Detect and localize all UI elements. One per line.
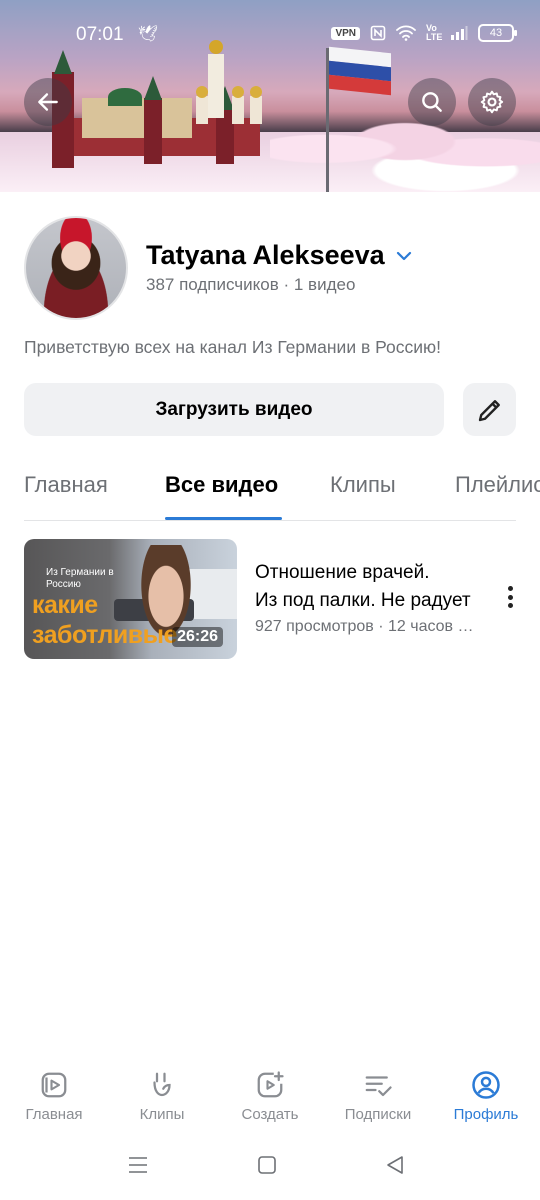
chevron-down-icon[interactable] bbox=[395, 250, 413, 262]
network-type: Vo LTE bbox=[426, 23, 443, 42]
tab-playlists[interactable]: Плейлисты bbox=[455, 472, 540, 498]
thumbnail-caption: Из Германии в Россию bbox=[46, 567, 114, 590]
nav-profile[interactable]: Профиль bbox=[432, 1070, 540, 1123]
banner-russian-flag bbox=[329, 46, 391, 96]
tab-all-videos[interactable]: Все видео bbox=[165, 472, 278, 498]
notification-bird-icon: 🕊 bbox=[138, 26, 159, 43]
home-video-icon bbox=[41, 1072, 67, 1098]
battery-indicator: 43 bbox=[478, 24, 517, 42]
channel-name-row[interactable]: Tatyana Alekseeva bbox=[146, 240, 413, 271]
upload-video-button[interactable]: Загрузить видео bbox=[24, 383, 444, 436]
arrow-left-icon bbox=[38, 93, 58, 111]
system-navigation-bar bbox=[0, 1146, 540, 1186]
status-bar: 07:01 🕊 VPN Vo LTE 43 bbox=[0, 20, 540, 50]
nav-subscriptions[interactable]: Подписки bbox=[324, 1070, 432, 1123]
nav-clips[interactable]: Клипы bbox=[108, 1070, 216, 1123]
back-button[interactable] bbox=[24, 78, 72, 126]
channel-name: Tatyana Alekseeva bbox=[146, 240, 385, 270]
search-icon bbox=[422, 92, 442, 112]
more-options-icon[interactable] bbox=[500, 583, 520, 611]
profile-icon bbox=[472, 1071, 500, 1099]
channel-description: Приветствую всех на канал Из Германии в … bbox=[24, 337, 442, 357]
banner-church bbox=[196, 86, 208, 124]
search-button[interactable] bbox=[408, 78, 456, 126]
video-title[interactable]: Отношение врачей. Из под палки. Не радуе… bbox=[255, 559, 477, 615]
nav-create[interactable]: Создать bbox=[216, 1070, 324, 1123]
settings-button[interactable] bbox=[468, 78, 516, 126]
thumbnail-word: какие bbox=[32, 591, 98, 619]
menu-icon[interactable] bbox=[127, 1154, 149, 1176]
bottom-navigation: Главная Клипы Создать Подписки Профиль bbox=[0, 1060, 540, 1140]
pencil-icon bbox=[478, 399, 500, 421]
nav-home[interactable]: Главная bbox=[0, 1070, 108, 1123]
banner-church bbox=[250, 86, 262, 124]
tab-clips[interactable]: Клипы bbox=[330, 472, 396, 498]
video-thumbnail[interactable]: Из Германии в Россию какие заботливые 26… bbox=[24, 539, 237, 659]
banner-dome bbox=[108, 88, 142, 106]
status-indicators: VPN Vo LTE 43 bbox=[331, 23, 517, 42]
back-nav-icon[interactable] bbox=[384, 1154, 406, 1176]
banner-trees bbox=[270, 120, 540, 192]
edit-channel-button[interactable] bbox=[463, 383, 516, 436]
banner-church bbox=[232, 86, 244, 124]
signal-icon bbox=[451, 26, 468, 40]
video-meta: 927 просмотров · 12 часов назад bbox=[255, 618, 477, 635]
nfc-icon bbox=[370, 25, 386, 41]
channel-stats: 387 подписчиков · 1 видео bbox=[146, 275, 356, 294]
clips-icon bbox=[153, 1072, 171, 1097]
wifi-icon bbox=[396, 25, 416, 41]
create-video-icon bbox=[257, 1071, 284, 1098]
banner-tower bbox=[144, 98, 162, 164]
tab-home[interactable]: Главная bbox=[24, 472, 108, 498]
gear-icon bbox=[480, 90, 504, 114]
list-item[interactable]: Из Германии в Россию какие заботливые 26… bbox=[24, 539, 524, 659]
tabs-divider bbox=[24, 520, 516, 521]
vpn-badge: VPN bbox=[331, 26, 360, 40]
thumbnail-word: заботливые bbox=[32, 621, 177, 649]
avatar[interactable] bbox=[24, 216, 128, 320]
home-icon[interactable] bbox=[257, 1154, 277, 1176]
video-duration: 26:26 bbox=[172, 627, 223, 647]
channel-tabs: Главная Все видео Клипы Плейлисты bbox=[0, 462, 540, 522]
banner-bell-tower bbox=[208, 40, 224, 118]
subscriptions-icon bbox=[365, 1076, 392, 1097]
status-time: 07:01 bbox=[76, 24, 124, 45]
